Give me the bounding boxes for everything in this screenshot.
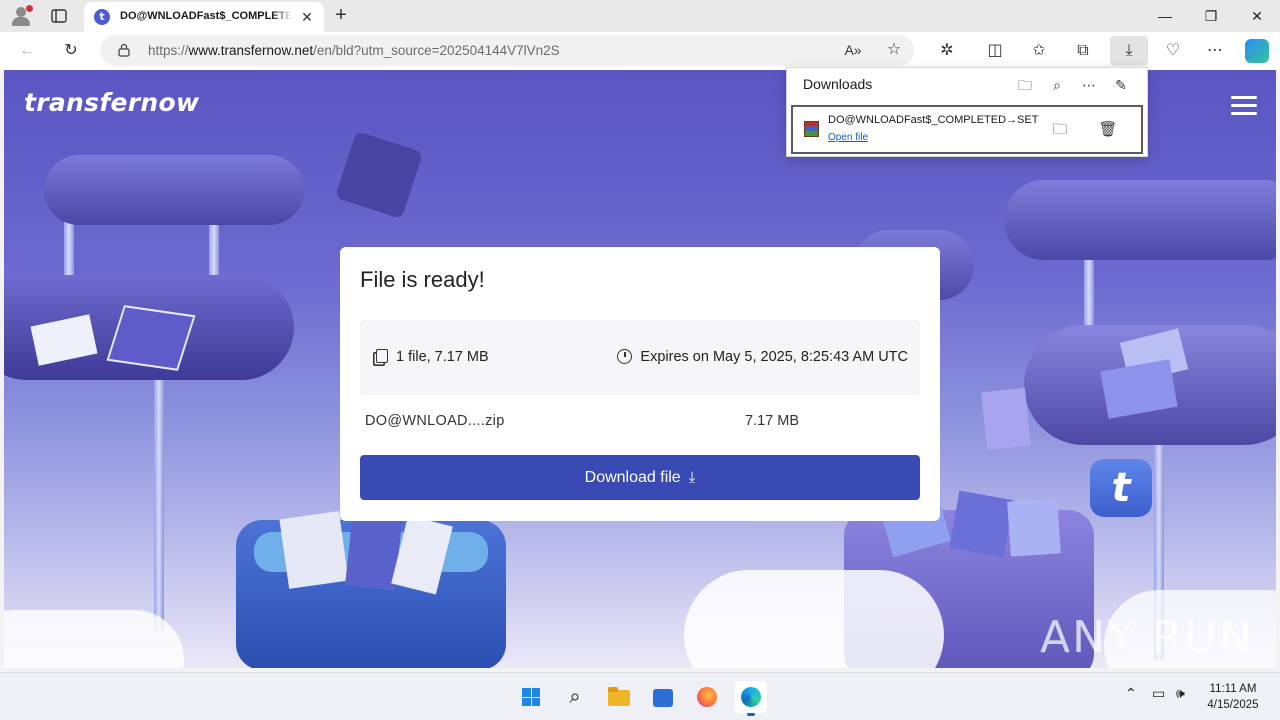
expiry-text: Expires on May 5, 2025, 8:25:43 AM UTC xyxy=(640,349,908,365)
microsoft-store-icon[interactable] xyxy=(647,681,679,713)
decor-paper xyxy=(981,387,1031,451)
decor-conveyor xyxy=(1004,180,1276,260)
collections-icon[interactable]: ⧉ xyxy=(1070,38,1096,64)
download-file-button[interactable]: Download file ⤓ xyxy=(360,455,920,500)
restore-button[interactable]: ❐ xyxy=(1188,0,1234,32)
favorites-icon[interactable]: ✩ xyxy=(1026,38,1052,64)
edge-browser-icon[interactable] xyxy=(735,681,767,716)
clock-time: 11:11 AM xyxy=(1209,683,1257,695)
start-button[interactable] xyxy=(515,681,547,713)
files-icon xyxy=(376,349,388,363)
settings-more-icon[interactable]: ⋯ xyxy=(1202,38,1228,64)
transfernow-favicon-icon: t xyxy=(94,9,110,25)
more-options-icon[interactable]: ⋯ xyxy=(1078,74,1100,96)
lock-icon[interactable] xyxy=(118,43,130,57)
download-item-name: DO@WNLOADFast$_COMPLETED→SET xyxy=(828,114,1039,126)
file-explorer-icon[interactable] xyxy=(603,681,635,713)
file-size: 7.17 MB xyxy=(745,413,799,429)
browser-tab-active[interactable]: t DO@WNLOADFast$_COMPLETED ✕ xyxy=(84,2,324,32)
file-name: DO@WNLOAD....zip xyxy=(365,413,505,429)
windows-taskbar: ⌕ ⌃ ▭ 🕪 11:11 AM 4/15/2025 xyxy=(0,672,1280,720)
download-button-label: Download file xyxy=(584,469,681,486)
delete-trash-icon[interactable]: 🗑 xyxy=(1096,118,1120,142)
show-in-folder-icon[interactable]: 🗀 xyxy=(1048,118,1072,142)
split-screen-icon[interactable]: ◫ xyxy=(982,38,1008,64)
tab-title: DO@WNLOADFast$_COMPLETED xyxy=(120,10,292,22)
file-count-info: 1 file, 7.17 MB xyxy=(376,349,489,365)
downloads-title: Downloads xyxy=(803,76,873,92)
tab-close-icon[interactable]: ✕ xyxy=(298,8,316,26)
open-downloads-folder-icon[interactable]: 🗀 xyxy=(1014,74,1036,96)
pin-icon[interactable]: ✎ xyxy=(1110,74,1132,96)
menu-hamburger-icon[interactable] xyxy=(1231,96,1257,116)
decor-paper xyxy=(949,490,1014,558)
new-tab-button[interactable]: + xyxy=(330,5,352,27)
windows-logo-icon xyxy=(522,688,540,706)
decor-cloud xyxy=(4,610,184,668)
decor-conveyor xyxy=(44,155,304,225)
show-hidden-icons-icon[interactable]: ⌃ xyxy=(1125,685,1137,702)
transfer-info-bar: 1 file, 7.17 MB Expires on May 5, 2025, … xyxy=(360,320,920,395)
browser-essentials-icon[interactable]: ♡ xyxy=(1160,38,1186,64)
decor-paper xyxy=(1007,498,1061,557)
address-bar[interactable]: https://www.transfernow.net/en/bld?utm_s… xyxy=(100,35,914,66)
timer-icon xyxy=(617,349,633,364)
search-downloads-icon[interactable]: ⌕ xyxy=(1046,74,1068,96)
browser-toolbar: ← ↻ https://www.transfernow.net/en/bld?u… xyxy=(0,32,1280,70)
download-item[interactable]: DO@WNLOADFast$_COMPLETED→SET Open file 🗀… xyxy=(791,105,1143,154)
minimize-button[interactable]: — xyxy=(1142,0,1188,32)
clock-date: 4/15/2025 xyxy=(1207,699,1259,711)
downloads-icon[interactable]: ⤓ xyxy=(1110,36,1148,66)
refresh-icon[interactable]: ↻ xyxy=(58,38,84,64)
decor-leg xyxy=(154,370,164,630)
winrar-archive-icon xyxy=(804,121,819,137)
tab-actions-icon[interactable] xyxy=(50,7,68,25)
close-window-button[interactable]: ✕ xyxy=(1234,0,1280,32)
decor-cloud xyxy=(684,570,944,668)
copilot-icon[interactable] xyxy=(1245,39,1269,63)
file-ready-card: File is ready! 1 file, 7.17 MB Expires o… xyxy=(340,247,940,521)
file-count-text: 1 file, 7.17 MB xyxy=(396,349,489,365)
address-url: https://www.transfernow.net/en/bld?utm_s… xyxy=(148,43,560,58)
profile-avatar-icon[interactable] xyxy=(10,5,33,27)
volume-icon[interactable]: 🕪 xyxy=(1176,685,1185,702)
read-aloud-icon[interactable]: A» xyxy=(840,37,866,63)
favorite-star-icon[interactable]: ☆ xyxy=(881,37,907,63)
open-file-link[interactable]: Open file xyxy=(828,132,868,143)
transfernow-logo[interactable]: transfernow xyxy=(24,88,199,117)
search-icon[interactable]: ⌕ xyxy=(559,681,591,713)
network-icon[interactable]: ▭ xyxy=(1152,685,1165,702)
extensions-puzzle-icon[interactable]: ✲ xyxy=(934,38,960,64)
downloads-flyout: Downloads 🗀 ⌕ ⋯ ✎ DO@WNLOADFast$_COMPLET… xyxy=(786,67,1148,157)
page-viewport: transfernow t File is ready! 1 file, 7.1… xyxy=(4,70,1276,668)
firefox-icon[interactable] xyxy=(691,681,723,713)
card-title: File is ready! xyxy=(360,267,485,292)
back-arrow-icon[interactable]: ← xyxy=(14,38,40,64)
anyrun-watermark: ANY RUN xyxy=(1040,612,1254,663)
system-clock[interactable]: 11:11 AM 4/15/2025 xyxy=(1200,681,1266,713)
decor-paper xyxy=(279,511,349,589)
browser-titlebar: t DO@WNLOADFast$_COMPLETED ✕ + — ❐ ✕ xyxy=(0,0,1280,32)
transfernow-badge-icon: t xyxy=(1090,459,1152,517)
download-arrow-icon: ⤓ xyxy=(688,469,696,486)
decor-paper xyxy=(334,130,424,220)
expiry-info: Expires on May 5, 2025, 8:25:43 AM UTC xyxy=(617,349,908,365)
